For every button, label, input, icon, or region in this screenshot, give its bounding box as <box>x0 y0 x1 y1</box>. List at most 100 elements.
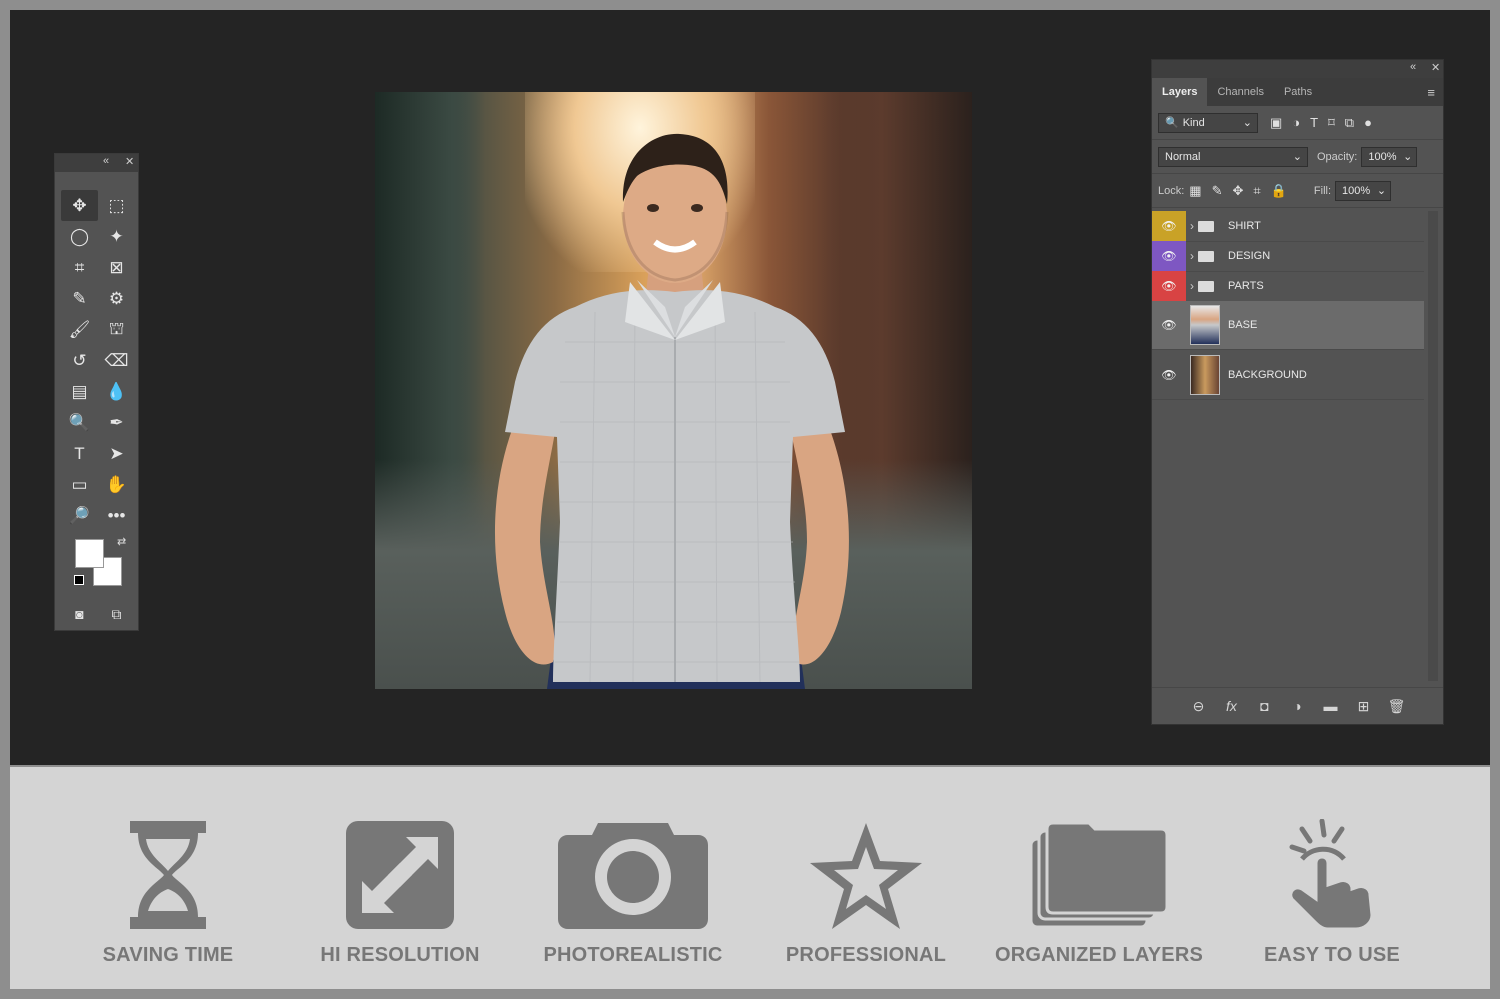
more-tools[interactable]: ••• <box>98 500 135 531</box>
feature-photorealistic: PHOTOREALISTIC <box>517 767 749 989</box>
type-filter-icon[interactable]: T <box>1310 115 1318 130</box>
layer-list: 👁 › SHIRT 👁 › DESIGN 👁 › PARTS 👁 BASE 👁 BACKGROUND <box>1152 211 1424 461</box>
visibility-eye-icon[interactable]: 👁 <box>1152 271 1186 301</box>
chevron-down-icon: ⌄ <box>1376 185 1387 197</box>
new-group-icon[interactable]: ▬ <box>1321 698 1341 714</box>
zoom-tool[interactable]: 🔎 <box>61 500 98 531</box>
expand-chevron-icon[interactable]: › <box>1190 279 1194 293</box>
magic-wand-tool[interactable]: ✦ <box>98 221 135 252</box>
filter-toggle-icon[interactable]: ● <box>1364 115 1372 130</box>
feature-saving-time: SAVING TIME <box>52 767 284 989</box>
hand-tool[interactable]: ✋ <box>98 469 135 500</box>
frame: « ✕ ✥ ⬚ ◯ ✦ ⌗ ⊠ ✎ ⚙ 🖌 ⛫ ↺ ⌫ ▤ 💧 🔍 ✒ T ➤ ▭ ✋ 🔎 ••• ⇄ ◙ ⧉ <box>0 0 1500 999</box>
crop-tool[interactable]: ⌗ <box>61 252 98 283</box>
lock-all-icon[interactable]: 🔒 <box>1271 183 1287 199</box>
frame-tool[interactable]: ⊠ <box>98 252 135 283</box>
filter-kind-label: Kind <box>1182 116 1205 129</box>
lock-artboard-icon[interactable]: ⌗ <box>1253 183 1260 199</box>
folder-icon <box>1198 280 1214 292</box>
lock-transparent-icon[interactable]: ▦ <box>1189 183 1201 199</box>
filter-row: 🔍 Kind ⌄ ▣ ◑ T ⌑ ⧉ ● <box>1152 106 1443 140</box>
lock-image-icon[interactable]: ✎ <box>1212 183 1223 199</box>
chevron-down-icon: ⌄ <box>1403 151 1413 163</box>
delete-layer-icon[interactable]: 🗑 <box>1387 698 1407 715</box>
pen-tool[interactable]: ✒ <box>98 407 135 438</box>
adjustment-filter-icon[interactable]: ◑ <box>1292 115 1300 130</box>
spot-healing-tool[interactable]: ⚙ <box>98 283 135 314</box>
opacity-value: 100% <box>1368 150 1397 163</box>
feature-label: EASY TO USE <box>1264 944 1400 966</box>
layer-row[interactable]: 👁 › DESIGN <box>1152 241 1424 272</box>
feature-label: PROFESSIONAL <box>785 944 947 966</box>
new-layer-icon[interactable]: ⊞ <box>1354 698 1374 715</box>
rectangle-tool[interactable]: ▭ <box>61 469 98 500</box>
chevron-down-icon: ⌄ <box>1292 151 1302 163</box>
shape-filter-icon[interactable]: ⌑ <box>1328 115 1335 131</box>
image-filter-icon[interactable]: ▣ <box>1270 115 1282 131</box>
swap-colors-icon[interactable]: ⇄ <box>117 535 126 548</box>
layer-thumbnail <box>1190 355 1220 395</box>
clone-stamp-tool[interactable]: ⛫ <box>98 314 135 345</box>
close-icon[interactable]: ✕ <box>1431 61 1440 74</box>
panel-tabs: Layers Channels Paths ≡ <box>1152 78 1443 106</box>
dodge-tool[interactable]: 🔍 <box>61 407 98 438</box>
close-icon[interactable]: ✕ <box>125 155 134 168</box>
layers-panel: « ✕ Layers Channels Paths ≡ 🔍 Kind ⌄ ▣ ◑… <box>1151 59 1444 725</box>
layer-row[interactable]: 👁 › SHIRT <box>1152 211 1424 242</box>
visibility-eye-icon[interactable]: 👁 <box>1152 211 1186 241</box>
brush-tool[interactable]: 🖌 <box>61 314 98 345</box>
layers-panel-header[interactable]: « ✕ <box>1152 60 1443 78</box>
document-canvas[interactable] <box>375 92 972 689</box>
filter-kind-dropdown[interactable]: 🔍 Kind ⌄ <box>1158 112 1258 133</box>
expand-chevron-icon[interactable]: › <box>1190 219 1194 233</box>
opacity-input[interactable]: 100% ⌄ <box>1361 146 1418 167</box>
fill-input[interactable]: 100% ⌄ <box>1335 180 1392 201</box>
panel-menu-icon[interactable]: ≡ <box>1427 85 1435 100</box>
layer-row[interactable]: 👁 › PARTS <box>1152 271 1424 302</box>
path-selection-tool[interactable]: ➤ <box>98 438 135 469</box>
type-tool[interactable]: T <box>61 438 98 469</box>
layer-name: PARTS <box>1228 280 1264 292</box>
tab-paths[interactable]: Paths <box>1274 78 1322 106</box>
feature-professional: PROFESSIONAL <box>750 767 982 989</box>
move-tool[interactable]: ✥ <box>61 190 98 221</box>
tab-layers[interactable]: Layers <box>1152 78 1208 106</box>
foreground-color-swatch[interactable] <box>75 539 104 568</box>
quick-mask-icon[interactable]: ◙ <box>61 602 98 626</box>
adjustment-layer-icon[interactable]: ◑ <box>1288 698 1308 714</box>
gradient-tool[interactable]: ▤ <box>61 376 98 407</box>
tab-channels[interactable]: Channels <box>1207 78 1273 106</box>
default-colors-icon[interactable] <box>74 575 84 585</box>
layers-panel-footer: ⊖ fx ◘ ◑ ▬ ⊞ 🗑 <box>1152 687 1443 724</box>
star-icon <box>810 823 922 929</box>
blur-tool[interactable]: 💧 <box>98 376 135 407</box>
collapse-icon[interactable]: « <box>1410 61 1416 73</box>
screen-mode-icon[interactable]: ⧉ <box>98 602 135 626</box>
layer-style-icon[interactable]: fx <box>1222 698 1242 714</box>
eyedropper-tool[interactable]: ✎ <box>61 283 98 314</box>
expand-chevron-icon[interactable]: › <box>1190 249 1194 263</box>
visibility-eye-icon[interactable]: 👁 <box>1152 301 1186 349</box>
eraser-tool[interactable]: ⌫ <box>98 345 135 376</box>
color-swatches: ⇄ <box>74 536 126 589</box>
layer-row[interactable]: 👁 BASE <box>1152 301 1424 350</box>
collapse-icon[interactable]: « <box>103 155 109 167</box>
tools-panel-header[interactable]: « ✕ <box>55 154 138 172</box>
link-layers-icon[interactable]: ⊖ <box>1189 698 1209 715</box>
chevron-down-icon: ⌄ <box>1242 117 1252 129</box>
visibility-eye-icon[interactable]: 👁 <box>1152 351 1186 399</box>
photoshop-workspace: « ✕ ✥ ⬚ ◯ ✦ ⌗ ⊠ ✎ ⚙ 🖌 ⛫ ↺ ⌫ ▤ 💧 🔍 ✒ T ➤ ▭ ✋ 🔎 ••• ⇄ ◙ ⧉ <box>10 10 1490 765</box>
layers-scrollbar[interactable] <box>1428 211 1438 681</box>
blend-mode-dropdown[interactable]: Normal ⌄ <box>1158 146 1308 167</box>
smart-object-filter-icon[interactable]: ⧉ <box>1345 115 1354 131</box>
feature-label: HI RESOLUTION <box>320 944 480 966</box>
layer-row[interactable]: 👁 BACKGROUND <box>1152 351 1424 400</box>
lock-position-icon[interactable]: ✥ <box>1233 183 1244 199</box>
layer-name: BASE <box>1228 319 1258 331</box>
expand-arrows-icon <box>346 821 454 929</box>
lasso-tool[interactable]: ◯ <box>61 221 98 252</box>
visibility-eye-icon[interactable]: 👁 <box>1152 241 1186 271</box>
add-mask-icon[interactable]: ◘ <box>1255 698 1275 714</box>
marquee-tool[interactable]: ⬚ <box>98 190 135 221</box>
history-brush-tool[interactable]: ↺ <box>61 345 98 376</box>
